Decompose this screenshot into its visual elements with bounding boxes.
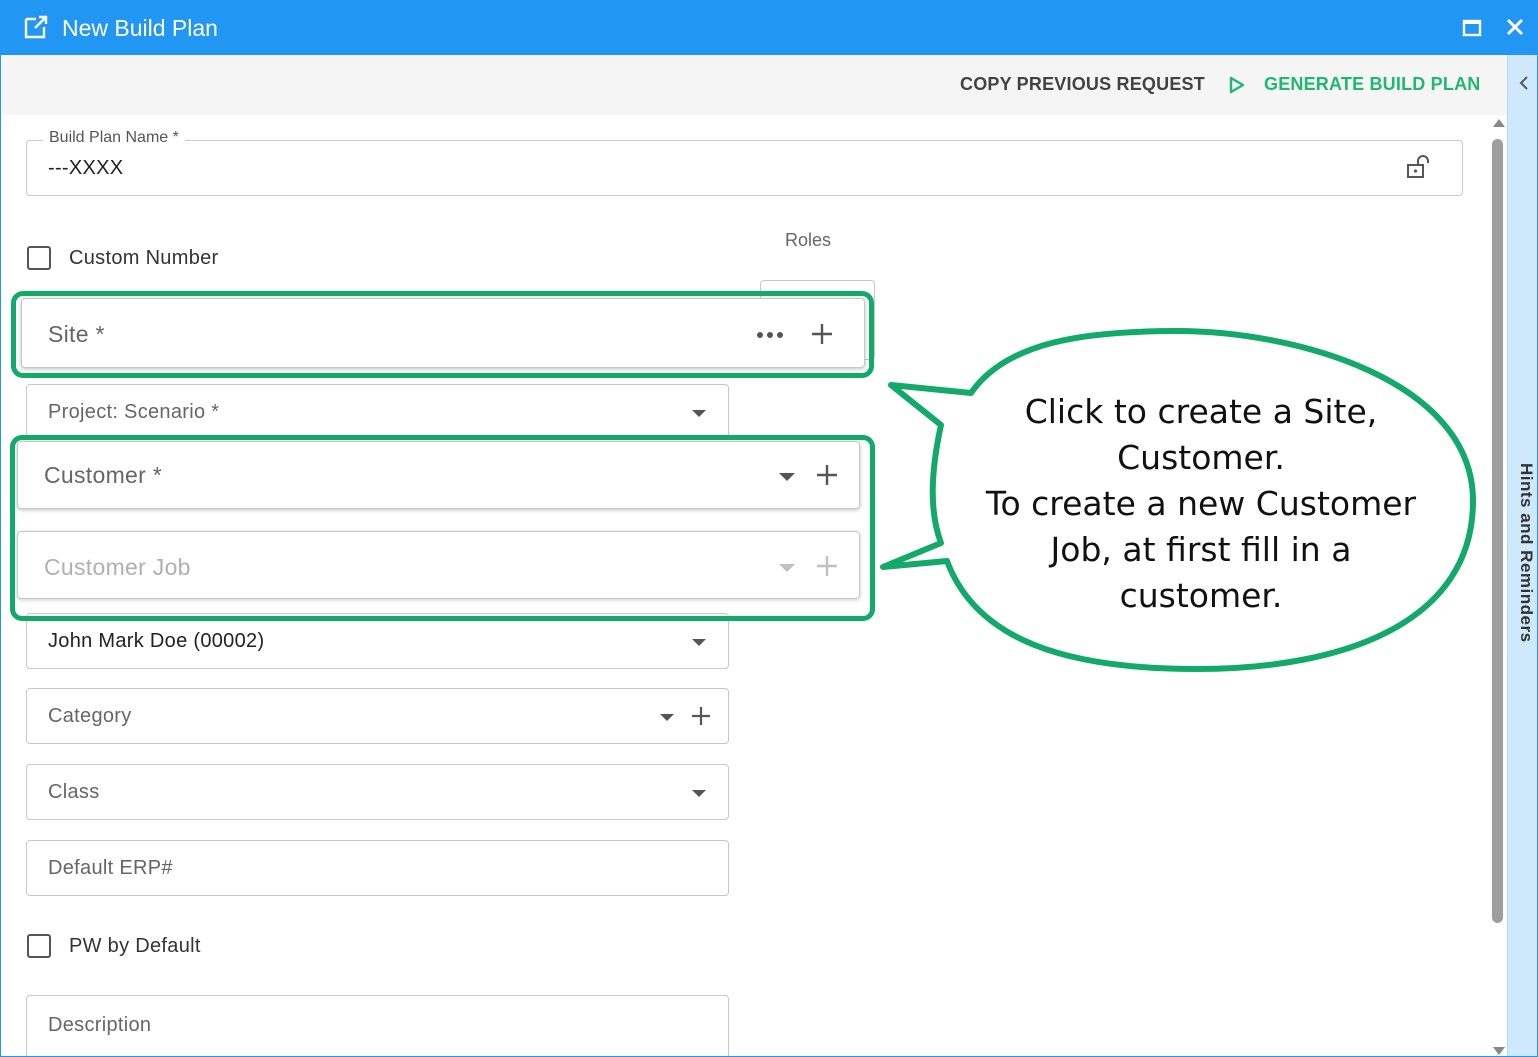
- callout-line-1: Click to create a Site,: [1024, 392, 1378, 431]
- pw-by-default-checkbox[interactable]: [27, 934, 51, 958]
- class-placeholder: Class: [48, 781, 100, 803]
- project-scenario-placeholder: Project: Scenario *: [48, 401, 220, 423]
- customer-highlight-box: [10, 435, 875, 621]
- category-dropdown-caret-icon[interactable]: [660, 714, 674, 721]
- description-placeholder: Description: [48, 1014, 152, 1036]
- default-erp-field[interactable]: Default ERP#: [26, 840, 729, 896]
- site-highlight-box: [11, 291, 874, 378]
- toolbar: COPY PREVIOUS REQUEST GENERATE BUILD PLA…: [1, 55, 1507, 115]
- pp-contact-field[interactable]: John Mark Doe (00002): [26, 613, 729, 669]
- generate-build-plan-button[interactable]: GENERATE BUILD PLAN: [1264, 74, 1480, 95]
- vertical-scrollbar[interactable]: [1490, 115, 1507, 1056]
- callout-line-3: To create a new Customer: [985, 484, 1417, 523]
- scroll-up-arrow[interactable]: [1493, 119, 1505, 127]
- custom-number-label: Custom Number: [69, 247, 219, 269]
- hints-and-reminders-label[interactable]: Hints and Reminders: [1512, 463, 1536, 643]
- play-icon[interactable]: [1229, 76, 1245, 94]
- pp-contact-value: John Mark Doe (00002): [48, 630, 265, 652]
- pp-contact-dropdown-caret-icon[interactable]: [692, 639, 706, 646]
- category-placeholder: Category: [48, 705, 132, 727]
- window-title: New Build Plan: [62, 15, 218, 41]
- unlock-icon[interactable]: [1405, 154, 1431, 180]
- roles-label: Roles: [785, 230, 832, 250]
- class-field[interactable]: Class: [26, 764, 729, 820]
- copy-previous-request-button[interactable]: COPY PREVIOUS REQUEST: [960, 74, 1205, 95]
- description-field[interactable]: Description: [26, 995, 729, 1056]
- add-category-icon[interactable]: [691, 706, 711, 726]
- hints-panel[interactable]: Hints and Reminders: [1507, 55, 1537, 1056]
- build-plan-name-field[interactable]: Build Plan Name * ---XXXX: [26, 129, 1463, 196]
- callout-line-4: Job, at first fill in a: [1050, 530, 1352, 569]
- build-plan-name-value: ---XXXX: [48, 157, 124, 179]
- chevron-left-icon[interactable]: [1516, 75, 1532, 91]
- class-dropdown-caret-icon[interactable]: [692, 790, 706, 797]
- open-external-icon: [24, 15, 48, 39]
- build-plan-window: New Build Plan COPY PREVIOUS REQUEST GEN…: [0, 0, 1538, 1057]
- title-bar: New Build Plan: [1, 1, 1537, 55]
- maximize-icon[interactable]: [1461, 17, 1483, 39]
- close-icon[interactable]: [1503, 15, 1527, 39]
- custom-number-checkbox[interactable]: [27, 246, 51, 270]
- default-erp-placeholder: Default ERP#: [48, 857, 173, 879]
- callout-line-2: Customer.: [1117, 438, 1285, 477]
- pw-by-default-label: PW by Default: [69, 935, 201, 957]
- scroll-thumb[interactable]: [1492, 139, 1503, 923]
- category-field[interactable]: Category: [26, 688, 729, 744]
- callout-text: Click to create a Site, Customer. To cre…: [961, 389, 1441, 619]
- project-scenario-field[interactable]: Project: Scenario *: [26, 384, 729, 440]
- project-dropdown-caret-icon[interactable]: [692, 410, 706, 417]
- scroll-down-arrow[interactable]: [1493, 1047, 1505, 1055]
- build-plan-name-label: Build Plan Name *: [43, 129, 185, 147]
- callout-line-5: customer.: [1119, 576, 1283, 615]
